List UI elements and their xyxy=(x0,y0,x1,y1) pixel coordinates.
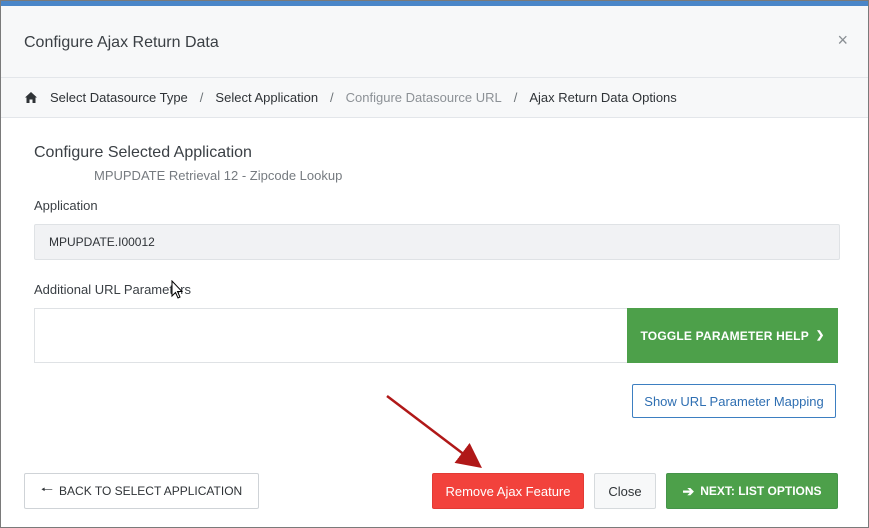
toggle-parameter-help-label: TOGGLE PARAMETER HELP xyxy=(640,328,809,343)
modal-window: Configure Ajax Return Data × Select Data… xyxy=(0,0,869,528)
url-parameters-label: Additional URL Parameters xyxy=(34,282,192,297)
breadcrumb: Select Datasource Type / Select Applicat… xyxy=(1,78,868,118)
remove-ajax-feature-button[interactable]: Remove Ajax Feature xyxy=(432,473,584,509)
show-url-parameter-mapping-button[interactable]: Show URL Parameter Mapping xyxy=(632,384,836,418)
arrow-left-icon: 🠐 xyxy=(40,481,54,497)
section-title: Configure Selected Application xyxy=(34,144,252,161)
close-button[interactable]: Close xyxy=(594,473,656,509)
breadcrumb-separator: / xyxy=(199,90,204,105)
url-parameters-group: TOGGLE PARAMETER HELP ❯ xyxy=(34,308,838,363)
back-to-select-application-button[interactable]: 🠐 BACK TO SELECT APPLICATION xyxy=(24,473,259,509)
breadcrumb-item-return-data-options: Ajax Return Data Options xyxy=(529,90,677,105)
arrow-right-icon: ➔ xyxy=(682,482,695,499)
breadcrumb-separator: / xyxy=(513,90,518,105)
modal-header: Configure Ajax Return Data × xyxy=(1,6,868,78)
toggle-parameter-help-button[interactable]: TOGGLE PARAMETER HELP ❯ xyxy=(627,308,838,363)
chevron-down-icon: ❯ xyxy=(815,330,825,341)
breadcrumb-item-configure-url[interactable]: Configure Datasource URL xyxy=(346,90,502,105)
application-field: MPUPDATE.I00012 xyxy=(34,224,840,260)
breadcrumb-item-datasource-type[interactable]: Select Datasource Type xyxy=(50,90,188,105)
breadcrumb-item-select-application[interactable]: Select Application xyxy=(215,90,318,105)
url-parameters-input[interactable] xyxy=(34,308,627,363)
close-icon[interactable]: × xyxy=(837,31,848,49)
modal-title: Configure Ajax Return Data xyxy=(24,34,219,51)
home-icon[interactable] xyxy=(24,91,38,104)
application-label: Application xyxy=(34,198,98,213)
next-button-label: NEXT: LIST OPTIONS xyxy=(700,484,822,498)
next-list-options-button[interactable]: ➔ NEXT: LIST OPTIONS xyxy=(666,473,838,509)
mouse-cursor-icon xyxy=(171,280,183,299)
section-subtitle: MPUPDATE Retrieval 12 - Zipcode Lookup xyxy=(94,168,343,183)
back-button-label: BACK TO SELECT APPLICATION xyxy=(59,484,243,498)
breadcrumb-separator: / xyxy=(330,90,334,105)
